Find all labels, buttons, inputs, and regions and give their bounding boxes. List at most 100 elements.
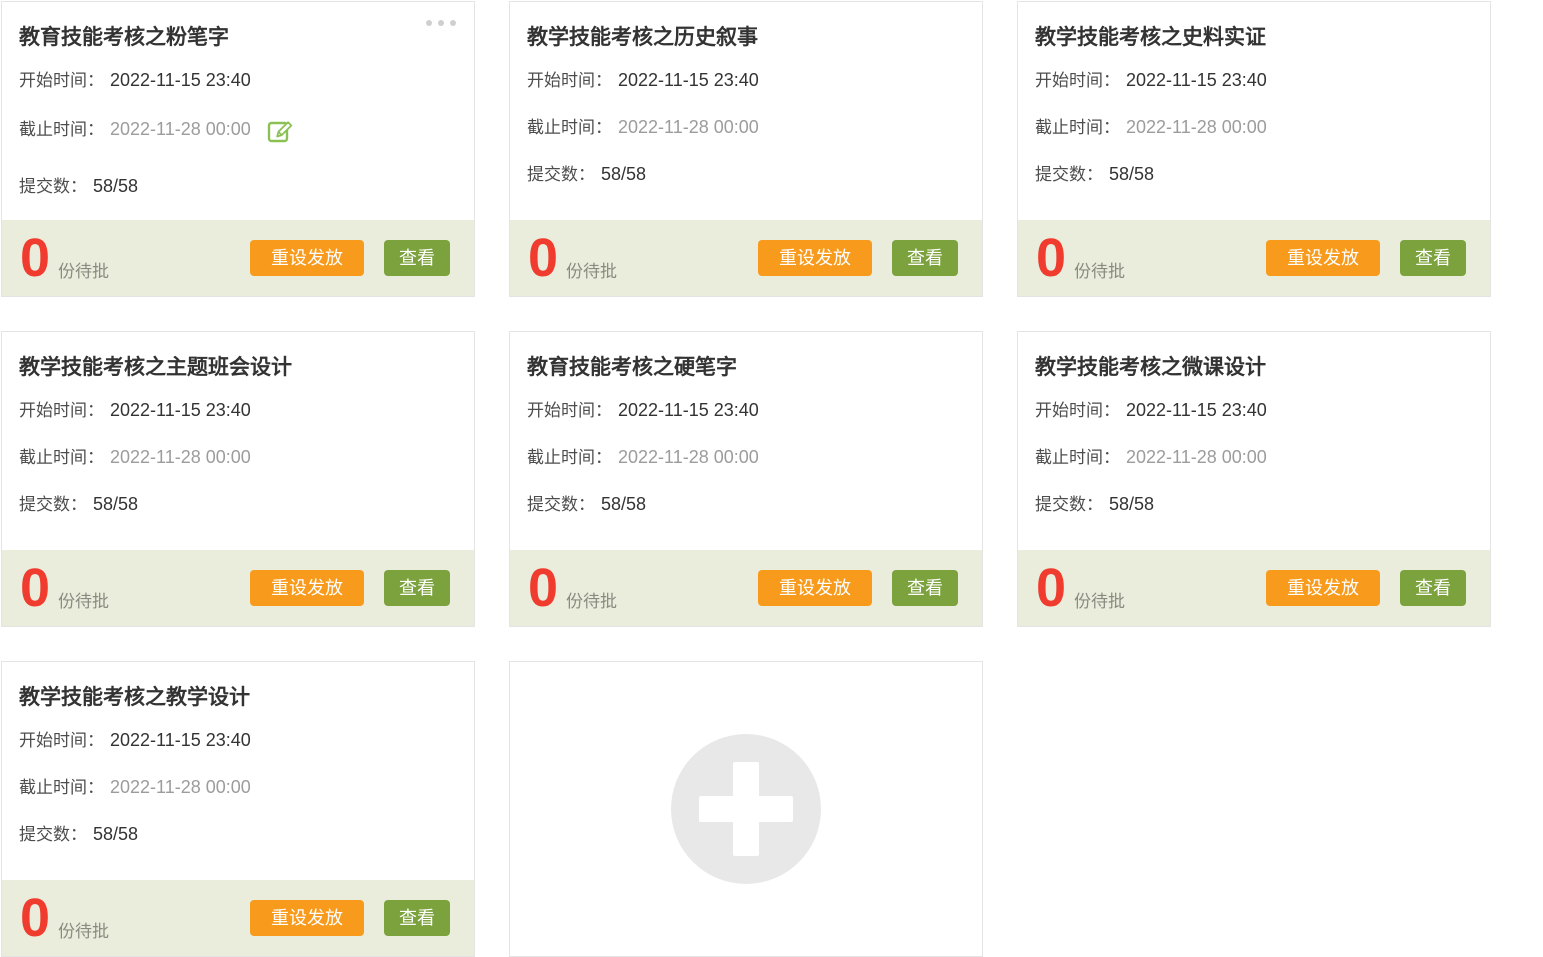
card-footer: 0 份待批 重设发放 查看 [2, 880, 474, 956]
submissions-row: 提交数：58/58 [527, 162, 962, 187]
deadline-row: 截止时间：2022-11-28 00:00 [1035, 115, 1470, 140]
assignment-card-grid: 教育技能考核之粉笔字 开始时间： 2022-11-15 23:40 截止时间： 20… [0, 0, 1492, 957]
view-button[interactable]: 查看 [1400, 570, 1466, 606]
start-time-row: 开始时间：2022-11-15 23:40 [527, 398, 962, 423]
reset-distribute-button[interactable]: 重设发放 [250, 900, 364, 936]
assignment-card: 教育技能考核之粉笔字 开始时间： 2022-11-15 23:40 截止时间： 20… [1, 1, 475, 297]
pending-count: 0 [528, 234, 557, 283]
deadline-row: 截止时间： 2022-11-28 00:00 [19, 115, 454, 152]
pending-label: 份待批 [58, 587, 109, 612]
add-assignment-card[interactable] [509, 661, 983, 957]
start-time-label: 开始时间： [1035, 71, 1120, 90]
deadline-row: 截止时间： 2022-11-28 00:00 [1035, 445, 1470, 470]
submissions-row: 提交数：58/58 [527, 492, 962, 517]
deadline-label: 截止时间： [1035, 448, 1120, 467]
assignment-card: 教学技能考核之历史叙事 开始时间：2022-11-15 23:40 截止时间：2… [509, 1, 983, 297]
pending-count: 0 [20, 894, 49, 943]
assignment-title: 教育技能考核之粉笔字 [19, 24, 454, 52]
pending-count: 0 [1036, 564, 1065, 613]
card-footer: 0 份待批 重设发放 查看 [1018, 220, 1490, 296]
more-options-icon[interactable] [424, 18, 458, 28]
start-time-label: 开始时间： [19, 731, 104, 750]
card-footer: 0 份待批 重设发放 查看 [510, 550, 982, 626]
submissions-label: 提交数： [527, 495, 595, 514]
view-button[interactable]: 查看 [384, 570, 450, 606]
deadline-label: 截止时间： [527, 448, 612, 467]
deadline-row: 截止时间：2022-11-28 00:00 [527, 115, 962, 140]
pending-count: 0 [1036, 234, 1065, 283]
submissions-value: 58/58 [93, 824, 138, 844]
reset-distribute-button[interactable]: 重设发放 [758, 570, 872, 606]
submissions-row: 提交数：58/58 [19, 822, 454, 847]
view-button[interactable]: 查看 [384, 240, 450, 276]
submissions-value: 58/58 [93, 176, 138, 196]
deadline-value: 2022-11-28 00:00 [618, 447, 759, 467]
deadline-value: 2022-11-28 00:00 [110, 777, 251, 797]
view-button[interactable]: 查看 [892, 570, 958, 606]
deadline-label: 截止时间： [19, 448, 104, 467]
deadline-value: 2022-11-28 00:00 [110, 447, 251, 467]
plus-icon-bar [733, 762, 759, 856]
view-button[interactable]: 查看 [892, 240, 958, 276]
pending-label: 份待批 [1074, 587, 1125, 612]
deadline-row: 截止时间： 2022-11-28 00:00 [19, 445, 454, 470]
card-body: 教学技能考核之微课设计 开始时间： 2022-11-15 23:40 截止时间： 2… [1018, 332, 1490, 517]
deadline-value: 2022-11-28 00:00 [1126, 447, 1267, 467]
pending-label: 份待批 [566, 257, 617, 282]
assignment-card: 教学技能考核之微课设计 开始时间： 2022-11-15 23:40 截止时间： 2… [1017, 331, 1491, 627]
reset-distribute-button[interactable]: 重设发放 [1266, 240, 1380, 276]
card-footer: 0 份待批 重设发放 查看 [510, 220, 982, 296]
deadline-label: 截止时间： [19, 778, 104, 797]
start-time-value: 2022-11-15 23:40 [110, 70, 251, 90]
start-time-row: 开始时间： 2022-11-15 23:40 [19, 728, 454, 753]
submissions-value: 58/58 [93, 494, 138, 514]
submissions-label: 提交数： [527, 165, 595, 184]
start-time-value: 2022-11-15 23:40 [110, 730, 251, 750]
assignment-card: 教学技能考核之史料实证 开始时间： 2022-11-15 23:40 截止时间：2… [1017, 1, 1491, 297]
start-time-value: 2022-11-15 23:40 [1126, 400, 1267, 420]
pending-label: 份待批 [566, 587, 617, 612]
view-button[interactable]: 查看 [384, 900, 450, 936]
assignment-title: 教学技能考核之微课设计 [1035, 354, 1470, 382]
pending-count: 0 [20, 564, 49, 613]
card-body: 教育技能考核之粉笔字 开始时间： 2022-11-15 23:40 截止时间： 20… [2, 2, 474, 199]
assignment-title: 教育技能考核之硬笔字 [527, 354, 962, 382]
card-body: 教学技能考核之史料实证 开始时间： 2022-11-15 23:40 截止时间：2… [1018, 2, 1490, 187]
submissions-row: 提交数：58/58 [1035, 162, 1470, 187]
start-time-label: 开始时间： [527, 71, 612, 90]
submissions-label: 提交数： [19, 495, 87, 514]
submissions-row: 提交数：58/58 [19, 174, 454, 199]
plus-icon[interactable] [671, 734, 821, 884]
start-time-row: 开始时间： 2022-11-15 23:40 [1035, 68, 1470, 93]
view-button[interactable]: 查看 [1400, 240, 1466, 276]
start-time-row: 开始时间： 2022-11-15 23:40 [19, 68, 454, 93]
assignment-title: 教学技能考核之史料实证 [1035, 24, 1470, 52]
edit-deadline-icon[interactable] [265, 115, 295, 152]
pending-label: 份待批 [58, 917, 109, 942]
start-time-value: 2022-11-15 23:40 [1126, 70, 1267, 90]
submissions-value: 58/58 [1109, 164, 1154, 184]
deadline-value: 2022-11-28 00:00 [618, 117, 759, 137]
assignment-card: 教育技能考核之硬笔字 开始时间：2022-11-15 23:40 截止时间： 20… [509, 331, 983, 627]
deadline-label: 截止时间： [19, 120, 104, 139]
card-body: 教学技能考核之教学设计 开始时间： 2022-11-15 23:40 截止时间： 2… [2, 662, 474, 847]
start-time-label: 开始时间： [19, 401, 104, 420]
reset-distribute-button[interactable]: 重设发放 [250, 240, 364, 276]
deadline-value: 2022-11-28 00:00 [1126, 117, 1267, 137]
assignment-title: 教学技能考核之历史叙事 [527, 24, 962, 52]
card-body: 教学技能考核之历史叙事 开始时间：2022-11-15 23:40 截止时间：2… [510, 2, 982, 187]
reset-distribute-button[interactable]: 重设发放 [758, 240, 872, 276]
start-time-row: 开始时间：2022-11-15 23:40 [527, 68, 962, 93]
pending-count: 0 [528, 564, 557, 613]
start-time-label: 开始时间： [1035, 401, 1120, 420]
submissions-label: 提交数： [1035, 495, 1103, 514]
assignment-title: 教学技能考核之教学设计 [19, 684, 454, 712]
card-body: 教学技能考核之主题班会设计 开始时间：2022-11-15 23:40 截止时间… [2, 332, 474, 517]
deadline-row: 截止时间： 2022-11-28 00:00 [527, 445, 962, 470]
assignment-card: 教学技能考核之主题班会设计 开始时间：2022-11-15 23:40 截止时间… [1, 331, 475, 627]
submissions-value: 58/58 [1109, 494, 1154, 514]
reset-distribute-button[interactable]: 重设发放 [1266, 570, 1380, 606]
start-time-label: 开始时间： [19, 71, 104, 90]
reset-distribute-button[interactable]: 重设发放 [250, 570, 364, 606]
deadline-value: 2022-11-28 00:00 [110, 119, 251, 139]
